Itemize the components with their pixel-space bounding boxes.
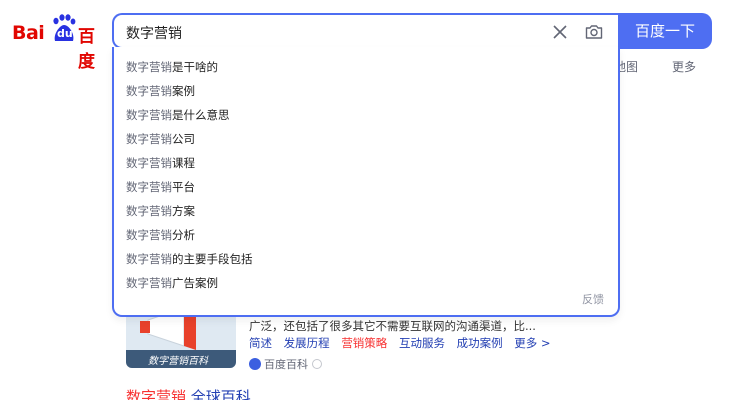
clear-icon[interactable]: [550, 22, 570, 42]
suggestion-rest: 案例: [172, 84, 195, 98]
suggestion-rest: 广告案例: [172, 276, 218, 290]
link-more[interactable]: 更多 >: [514, 336, 550, 350]
suggestion-rest: 课程: [172, 156, 195, 170]
link-interactive[interactable]: 互动服务: [399, 336, 445, 350]
baidu-logo[interactable]: Bai du 百度: [12, 14, 102, 72]
nav-more[interactable]: 更多: [672, 58, 696, 75]
suggestion-query: 数字营销: [126, 132, 172, 146]
result-source: 百度百科: [249, 356, 322, 372]
camera-icon[interactable]: [584, 22, 604, 42]
suggestion-query: 数字营销: [126, 108, 172, 122]
search-button[interactable]: 百度一下: [618, 13, 712, 49]
link-strategy[interactable]: 营销策略: [341, 336, 387, 350]
suggestion-item[interactable]: 数字营销是什么意思: [126, 107, 230, 123]
suggestion-query: 数字营销: [126, 204, 172, 218]
suggestion-item[interactable]: 数字营销平台: [126, 179, 195, 195]
next-title-rest: 全球百科: [186, 388, 251, 400]
suggestion-rest: 是什么意思: [172, 108, 230, 122]
suggestion-query: 数字营销: [126, 60, 172, 74]
suggestion-query: 数字营销: [126, 156, 172, 170]
suggestion-rest: 是干啥的: [172, 60, 218, 74]
next-result-title[interactable]: 数字营销 全球百科: [126, 386, 251, 400]
suggestion-query: 数字营销: [126, 276, 172, 290]
suggestion-item[interactable]: 数字营销广告案例: [126, 275, 218, 291]
verified-icon: [312, 359, 322, 369]
suggestion-rest: 的主要手段包括: [172, 252, 253, 266]
suggestion-rest: 平台: [172, 180, 195, 194]
link-cases[interactable]: 成功案例: [457, 336, 503, 350]
suggestion-item[interactable]: 数字营销方案: [126, 203, 195, 219]
source-label[interactable]: 百度百科: [264, 358, 308, 371]
suggestion-item[interactable]: 数字营销公司: [126, 131, 195, 147]
suggestion-query: 数字营销: [126, 84, 172, 98]
suggestion-query: 数字营销: [126, 252, 172, 266]
page: Bai du 百度 数字营销 百度一下 地图 更多 数字营销百科 广泛，还包括了…: [0, 0, 738, 400]
suggestion-item[interactable]: 数字营销分析: [126, 227, 195, 243]
search-box[interactable]: 数字营销: [112, 13, 620, 49]
logo-text-du: du: [57, 27, 73, 40]
logo-text-bai: Bai: [12, 22, 45, 44]
search-input[interactable]: 数字营销: [126, 23, 182, 43]
link-summary[interactable]: 简述: [249, 336, 272, 350]
feedback-link[interactable]: 反馈: [582, 291, 604, 307]
thumb-caption: 数字营销百科: [148, 356, 208, 367]
result-snippet: 广泛，还包括了很多其它不需要互联网的沟通渠道，比...: [249, 319, 536, 333]
suggestion-item[interactable]: 数字营销是干啥的: [126, 59, 218, 75]
suggestion-rest: 公司: [172, 132, 195, 146]
suggestion-query: 数字营销: [126, 228, 172, 242]
suggestion-item[interactable]: 数字营销案例: [126, 83, 195, 99]
suggestion-item[interactable]: 数字营销课程: [126, 155, 195, 171]
suggestion-rest: 方案: [172, 204, 195, 218]
suggestion-item[interactable]: 数字营销的主要手段包括: [126, 251, 253, 267]
suggestion-rest: 分析: [172, 228, 195, 242]
logo-text-cn: 百度: [78, 27, 95, 72]
link-history[interactable]: 发展历程: [284, 336, 330, 350]
baike-icon: [249, 358, 261, 370]
suggestion-dropdown: 数字营销是干啥的 数字营销案例 数字营销是什么意思 数字营销公司 数字营销课程 …: [112, 47, 620, 317]
suggestion-query: 数字营销: [126, 180, 172, 194]
next-title-highlight: 数字营销: [126, 388, 187, 400]
result-links: 简述 发展历程 营销策略 互动服务 成功案例 更多 >: [249, 335, 559, 351]
